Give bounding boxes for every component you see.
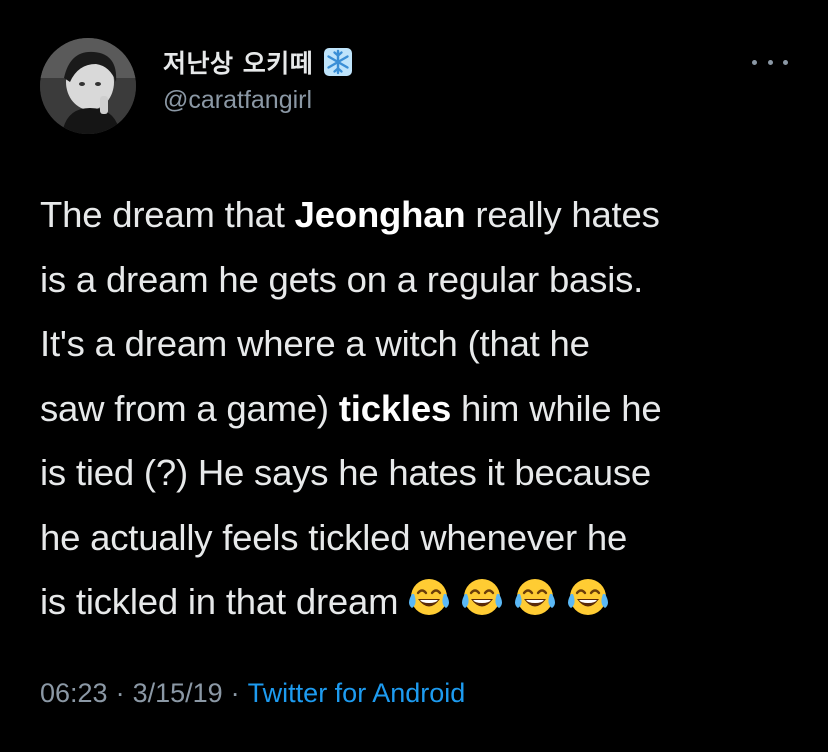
display-name[interactable]: 저난상 오키떼 bbox=[163, 44, 313, 80]
avatar-image bbox=[40, 38, 136, 134]
avatar[interactable] bbox=[40, 38, 136, 134]
tweet-date[interactable]: 3/15/19 bbox=[133, 678, 223, 708]
face-with-tears-of-joy-icon bbox=[512, 574, 558, 620]
separator: · bbox=[230, 678, 240, 708]
separator: · bbox=[115, 678, 125, 708]
emoji-group bbox=[406, 574, 611, 620]
tweet-line: The dream that Jeonghan really hates bbox=[40, 194, 660, 235]
tweet-line: is tickled in that dream bbox=[40, 570, 800, 635]
snowflake-icon bbox=[323, 47, 353, 77]
author-name-row[interactable]: 저난상 오키떼 bbox=[163, 44, 353, 80]
tweet-line: is a dream he gets on a regular basis. bbox=[40, 258, 644, 300]
tweet-meta: 06:23 · 3/15/19 · Twitter for Android bbox=[40, 678, 465, 709]
tweet-card: 저난상 오키떼 @caratfangirl The dream that Jeo… bbox=[0, 0, 828, 752]
face-with-tears-of-joy-icon bbox=[565, 574, 611, 620]
tweet-line: It's a dream where a witch (that he bbox=[40, 323, 590, 364]
face-with-tears-of-joy-icon bbox=[459, 574, 505, 620]
more-options-icon[interactable] bbox=[752, 54, 788, 70]
tweet-time[interactable]: 06:23 bbox=[40, 678, 108, 708]
face-with-tears-of-joy-icon bbox=[406, 574, 452, 620]
tweet-source-link[interactable]: Twitter for Android bbox=[248, 678, 466, 708]
tweet-line: saw from a game) tickles him while he bbox=[40, 387, 662, 429]
author-handle[interactable]: @caratfangirl bbox=[163, 86, 312, 115]
tweet-text: The dream that Jeonghan really hates is … bbox=[40, 183, 800, 635]
tweet-line: is tied (?) He says he hates it because bbox=[40, 452, 651, 493]
tweet-line: he actually feels tickled whenever he bbox=[40, 516, 628, 558]
